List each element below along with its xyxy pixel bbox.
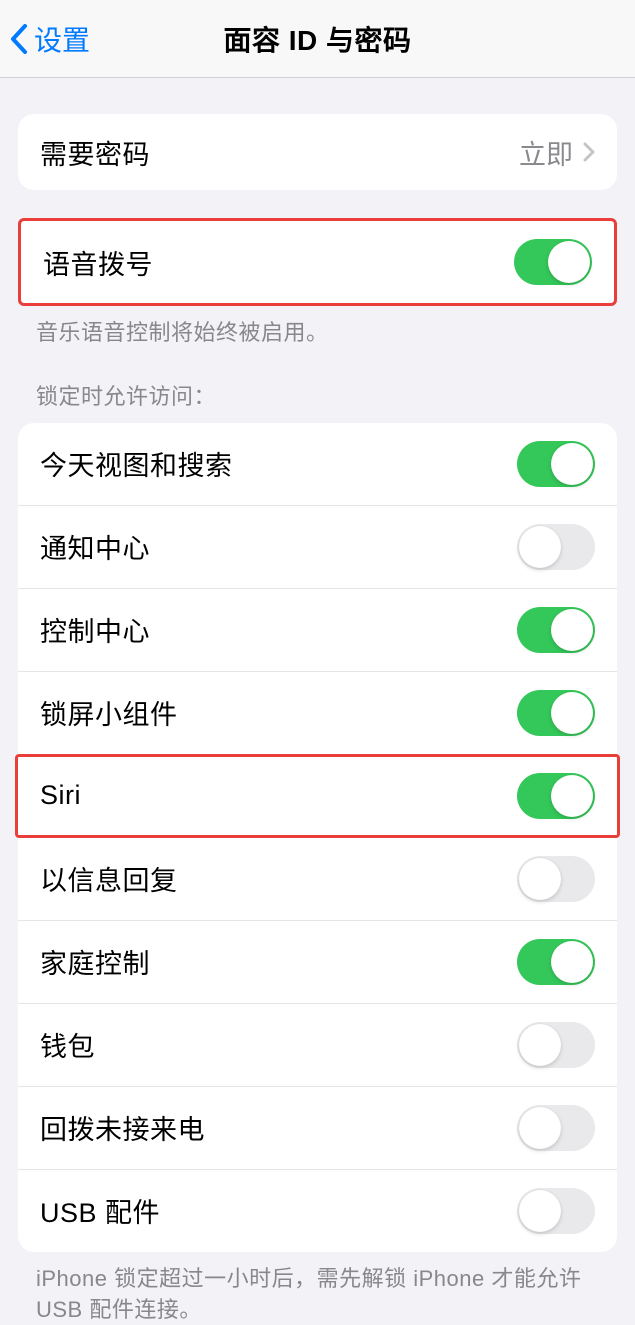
locked-access-toggle[interactable]: [517, 441, 595, 487]
locked-access-toggle[interactable]: [517, 607, 595, 653]
require-passcode-row[interactable]: 需要密码 立即: [18, 114, 617, 190]
locked-access-toggle[interactable]: [517, 524, 595, 570]
require-passcode-value: 立即: [519, 133, 573, 172]
locked-access-row: 今天视图和搜索: [18, 423, 617, 506]
locked-access-row: 锁屏小组件: [18, 672, 617, 755]
locked-access-row: 以信息回复: [18, 838, 617, 921]
voice-dial-group: 语音拨号: [18, 218, 617, 306]
locked-access-toggle[interactable]: [517, 1022, 595, 1068]
locked-access-toggle[interactable]: [517, 690, 595, 736]
locked-access-row: 回拨未接来电: [18, 1087, 617, 1170]
require-passcode-label: 需要密码: [40, 133, 150, 172]
locked-access-header: 锁定时允许访问：: [0, 349, 635, 411]
locked-access-row: 钱包: [18, 1004, 617, 1087]
locked-access-label: 以信息回复: [40, 859, 178, 898]
locked-access-label: 钱包: [40, 1025, 95, 1064]
locked-access-toggle[interactable]: [517, 773, 595, 819]
voice-dial-toggle[interactable]: [514, 239, 592, 285]
locked-access-group: 今天视图和搜索通知中心控制中心锁屏小组件 Siri 以信息回复家庭控制钱包回拨未接来…: [18, 423, 617, 1252]
locked-access-label: 锁屏小组件: [40, 693, 178, 732]
locked-access-toggle[interactable]: [517, 1188, 595, 1234]
back-label: 设置: [34, 19, 90, 59]
locked-access-row: 通知中心: [18, 506, 617, 589]
chevron-left-icon: [10, 24, 28, 54]
locked-access-row: Siri: [18, 755, 617, 838]
locked-access-row: 家庭控制: [18, 921, 617, 1004]
locked-access-label: Siri: [40, 780, 81, 811]
locked-access-label: 今天视图和搜索: [40, 444, 233, 483]
locked-access-label: 通知中心: [40, 527, 150, 566]
navigation-bar: 设置 面容 ID 与密码: [0, 0, 635, 78]
locked-access-row: 控制中心: [18, 589, 617, 672]
locked-access-toggle[interactable]: [517, 1105, 595, 1151]
chevron-right-icon: [583, 142, 595, 162]
voice-dial-footer: 音乐语音控制将始终被启用。: [0, 306, 635, 349]
voice-dial-row: 语音拨号: [21, 221, 614, 303]
locked-access-toggle[interactable]: [517, 856, 595, 902]
back-button[interactable]: 设置: [0, 19, 90, 59]
locked-access-label: 家庭控制: [40, 942, 150, 981]
require-passcode-group: 需要密码 立即: [18, 114, 617, 190]
page-title: 面容 ID 与密码: [223, 19, 411, 59]
locked-access-label: 控制中心: [40, 610, 150, 649]
locked-access-label: USB 配件: [40, 1191, 160, 1230]
voice-dial-label: 语音拨号: [43, 243, 153, 282]
locked-access-footer: iPhone 锁定超过一小时后，需先解锁 iPhone 才能允许 USB 配件连…: [0, 1252, 635, 1325]
locked-access-row: USB 配件: [18, 1170, 617, 1252]
locked-access-label: 回拨未接来电: [40, 1108, 205, 1147]
locked-access-toggle[interactable]: [517, 939, 595, 985]
